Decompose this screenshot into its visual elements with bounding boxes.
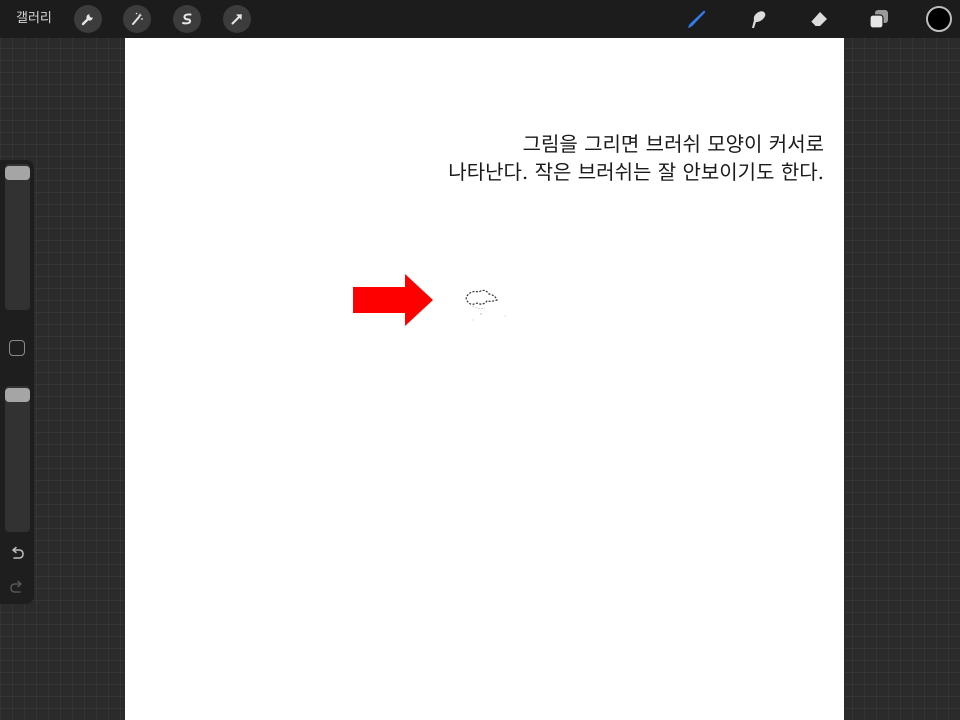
drawing-canvas[interactable]: 그림을 그리면 브러쉬 모양이 커서로 나타난다. 작은 브러쉬는 잘 안보이기… bbox=[125, 38, 844, 720]
canvas-note-text: 그림을 그리면 브러쉬 모양이 커서로 나타난다. 작은 브러쉬는 잘 안보이기… bbox=[448, 130, 824, 186]
selection-icon bbox=[182, 13, 192, 25]
selection-button[interactable] bbox=[173, 5, 201, 33]
brush-size-slider[interactable] bbox=[5, 164, 30, 310]
brush-icon bbox=[688, 10, 706, 28]
top-toolbar: 갤러리 bbox=[0, 0, 960, 38]
eraser-icon bbox=[810, 12, 827, 27]
transform-arrow-icon bbox=[231, 14, 242, 25]
opacity-slider[interactable] bbox=[5, 386, 30, 532]
adjustments-button[interactable] bbox=[123, 5, 151, 33]
modify-button[interactable] bbox=[9, 340, 25, 356]
magic-wand-icon bbox=[132, 12, 143, 25]
wrench-icon bbox=[81, 14, 93, 26]
undo-button[interactable] bbox=[8, 544, 26, 562]
smudge-button[interactable] bbox=[745, 6, 771, 32]
red-arrow-icon bbox=[353, 274, 433, 326]
redo-button[interactable] bbox=[8, 578, 26, 596]
undo-icon bbox=[12, 546, 24, 559]
layers-icon bbox=[869, 10, 888, 29]
opacity-slider-thumb[interactable] bbox=[5, 388, 30, 402]
actions-button[interactable] bbox=[74, 5, 102, 33]
note-line: 나타난다. 작은 브러쉬는 잘 안보이기도 한다. bbox=[448, 160, 824, 184]
redo-icon bbox=[10, 580, 22, 593]
smudge-icon bbox=[752, 11, 766, 28]
layers-button[interactable] bbox=[866, 6, 892, 32]
brush-cursor-outline bbox=[465, 289, 506, 321]
gallery-button[interactable]: 갤러리 bbox=[16, 10, 52, 28]
left-sidebar bbox=[0, 160, 34, 604]
note-line: 그림을 그리면 브러쉬 모양이 커서로 bbox=[522, 132, 824, 156]
brush-size-slider-thumb[interactable] bbox=[5, 166, 30, 180]
color-picker-button[interactable] bbox=[926, 6, 952, 32]
transform-button[interactable] bbox=[223, 5, 251, 33]
brush-button[interactable] bbox=[684, 6, 710, 32]
eraser-button[interactable] bbox=[806, 6, 832, 32]
